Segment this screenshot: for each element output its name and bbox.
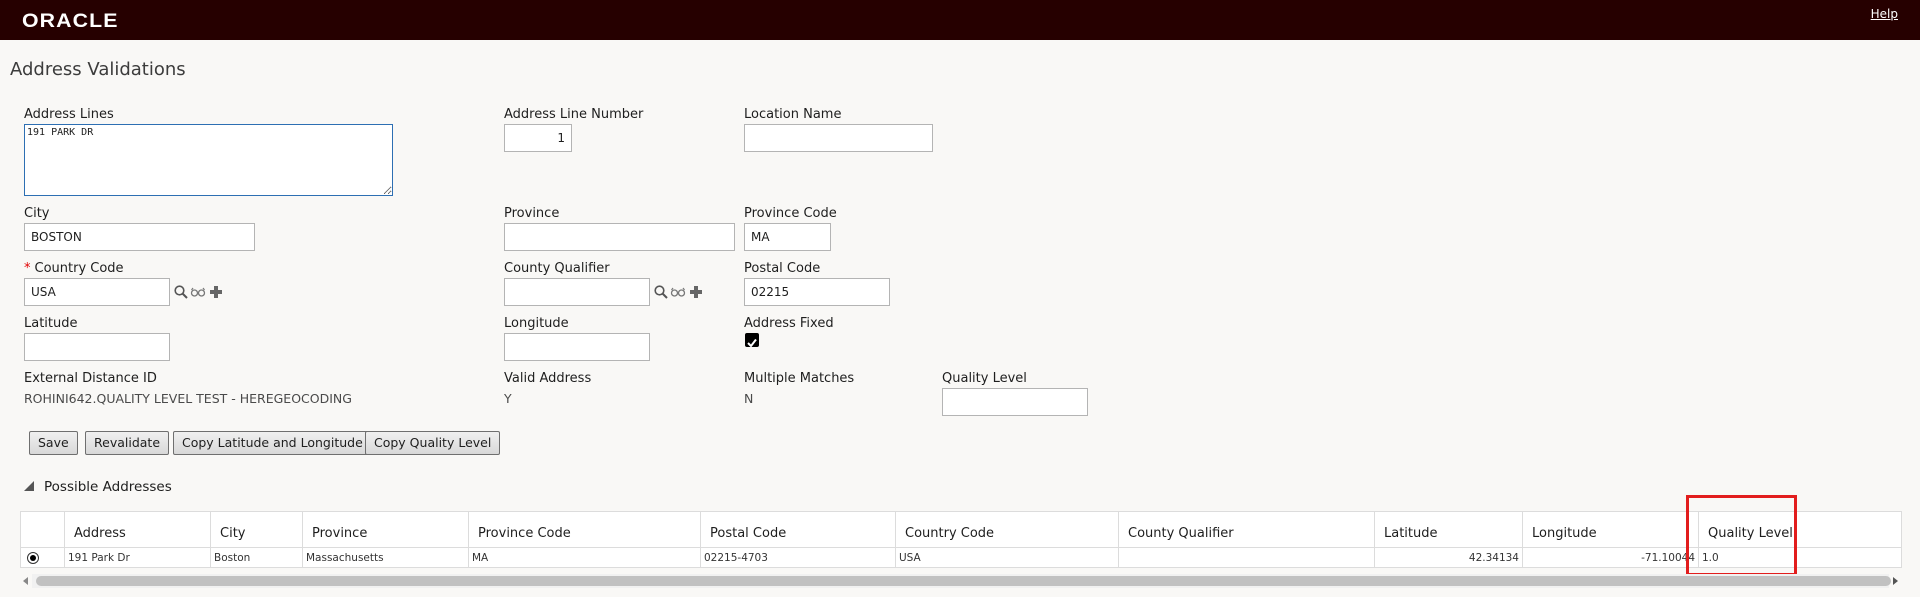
longitude-input[interactable] xyxy=(504,333,650,361)
address-fixed-label: Address Fixed xyxy=(744,316,834,331)
country-code-input[interactable] xyxy=(24,278,170,306)
cell-province: Massachusetts xyxy=(302,547,469,568)
postal-code-label: Postal Code xyxy=(744,261,821,276)
multiple-matches-label: Multiple Matches xyxy=(744,371,855,386)
column-header-longitude[interactable]: Longitude xyxy=(1522,511,1699,548)
required-mark: * xyxy=(24,261,31,276)
cell-latitude: 42.34134 xyxy=(1374,547,1523,568)
country-code-label-text: Country Code xyxy=(34,261,124,276)
external-distance-id-value: ROHINI642.QUALITY LEVEL TEST - HEREGEOCO… xyxy=(24,391,352,406)
column-header-postal-code[interactable]: Postal Code xyxy=(700,511,896,548)
scrollbar-thumb[interactable] xyxy=(36,576,1891,586)
column-header-address[interactable]: Address xyxy=(64,511,211,548)
revalidate-button[interactable]: Revalidate xyxy=(85,431,170,455)
postal-code-input[interactable] xyxy=(744,278,890,306)
column-header-latitude[interactable]: Latitude xyxy=(1374,511,1523,548)
county-qualifier-label: County Qualifier xyxy=(504,261,610,276)
column-header-province[interactable]: Province xyxy=(302,511,469,548)
top-bar: ORACLE Help xyxy=(0,0,1920,40)
table-row[interactable]: 191 Park Dr Boston Massachusetts MA 0221… xyxy=(20,547,1902,568)
province-code-label: Province Code xyxy=(744,206,837,221)
city-label: City xyxy=(24,206,50,221)
view-icon[interactable] xyxy=(190,284,206,300)
column-header-country-code[interactable]: Country Code xyxy=(895,511,1119,548)
address-lines-textarea[interactable]: 191 PARK DR xyxy=(24,124,393,196)
save-button[interactable]: Save xyxy=(29,431,78,455)
possible-addresses-title: Possible Addresses xyxy=(44,479,172,495)
collapse-triangle-icon[interactable] xyxy=(24,481,34,491)
quality-level-label: Quality Level xyxy=(942,371,1027,386)
table-header-row: Address City Province Province Code Post… xyxy=(20,511,1902,548)
cell-country-code: USA xyxy=(895,547,1119,568)
add-icon[interactable] xyxy=(688,284,704,300)
multiple-matches-value: N xyxy=(744,391,754,406)
province-input[interactable] xyxy=(504,223,735,251)
location-name-input[interactable] xyxy=(744,124,933,152)
cell-city: Boston xyxy=(210,547,303,568)
column-header-city[interactable]: City xyxy=(210,511,303,548)
scroll-right-icon[interactable] xyxy=(1893,577,1898,585)
column-header-quality-level[interactable]: Quality Level xyxy=(1698,511,1902,548)
country-code-label: * Country Code xyxy=(24,261,124,276)
help-link[interactable]: Help xyxy=(1871,7,1898,21)
row-select-radio[interactable] xyxy=(27,551,39,564)
view-icon[interactable] xyxy=(670,284,686,300)
horizontal-scrollbar[interactable] xyxy=(20,574,1901,588)
quality-level-input[interactable] xyxy=(942,388,1088,416)
cell-address: 191 Park Dr xyxy=(64,547,211,568)
possible-addresses-table: Address City Province Province Code Post… xyxy=(20,511,1902,568)
city-input[interactable] xyxy=(24,223,255,251)
cell-postal-code: 02215-4703 xyxy=(700,547,896,568)
province-code-input[interactable] xyxy=(744,223,831,251)
add-icon[interactable] xyxy=(208,284,224,300)
county-qualifier-input[interactable] xyxy=(504,278,650,306)
cell-longitude: -71.10044 xyxy=(1522,547,1699,568)
province-label: Province xyxy=(504,206,560,221)
location-name-label: Location Name xyxy=(744,107,842,122)
select-column-header xyxy=(20,511,65,548)
scroll-left-icon[interactable] xyxy=(23,577,28,585)
latitude-input[interactable] xyxy=(24,333,170,361)
search-icon[interactable] xyxy=(653,284,669,300)
page-title: Address Validations xyxy=(10,59,186,80)
search-icon[interactable] xyxy=(173,284,189,300)
copy-quality-level-button[interactable]: Copy Quality Level xyxy=(365,431,501,455)
address-lines-label: Address Lines xyxy=(24,107,114,122)
column-header-county-qualifier[interactable]: County Qualifier xyxy=(1118,511,1375,548)
checkmark-icon xyxy=(747,338,757,348)
cell-quality-level: 1.0 xyxy=(1698,547,1902,568)
latitude-label: Latitude xyxy=(24,316,78,331)
cell-county-qualifier xyxy=(1118,547,1375,568)
oracle-logo: ORACLE xyxy=(22,11,119,32)
longitude-label: Longitude xyxy=(504,316,569,331)
row-select-cell[interactable] xyxy=(20,547,65,568)
valid-address-value: Y xyxy=(504,391,512,406)
address-line-number-label: Address Line Number xyxy=(504,107,644,122)
column-header-province-code[interactable]: Province Code xyxy=(468,511,701,548)
external-distance-id-label: External Distance ID xyxy=(24,371,157,386)
cell-province-code: MA xyxy=(468,547,701,568)
address-line-number-input[interactable] xyxy=(504,124,572,152)
address-fixed-checkbox[interactable] xyxy=(745,333,759,348)
valid-address-label: Valid Address xyxy=(504,371,592,386)
copy-latitude-longitude-button[interactable]: Copy Latitude and Longitude xyxy=(173,431,372,455)
